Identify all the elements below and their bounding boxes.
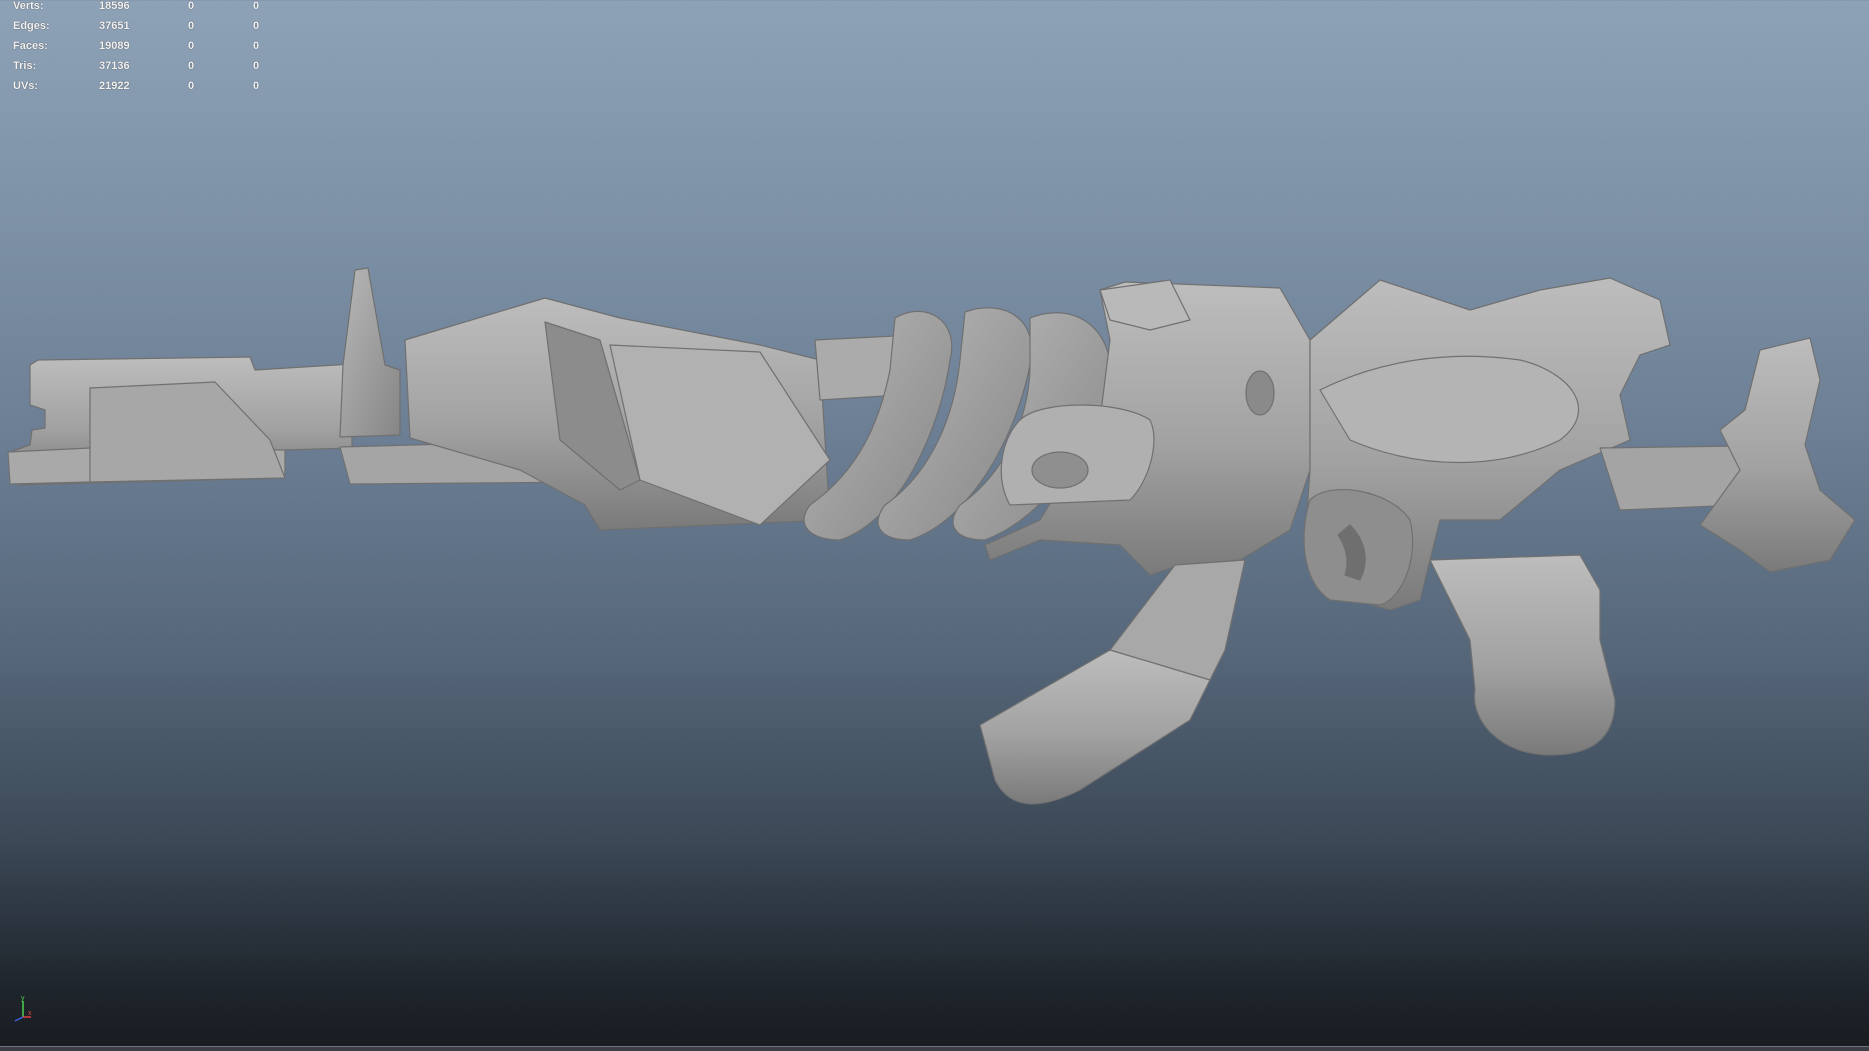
receiver-port bbox=[1031, 451, 1089, 489]
front-sight bbox=[339, 267, 401, 438]
rifle-model[interactable] bbox=[0, 0, 1869, 1050]
viewport-bottom-border bbox=[0, 1046, 1869, 1051]
magazine-well-plate bbox=[1000, 404, 1155, 506]
pistol-grip bbox=[1429, 554, 1616, 756]
side-hole bbox=[1245, 370, 1275, 416]
magazine-base bbox=[979, 649, 1211, 805]
axis-y-label: y bbox=[21, 995, 25, 1002]
axis-x-label: x bbox=[28, 1010, 32, 1017]
view-axis-gizmo: y x bbox=[14, 995, 32, 1022]
